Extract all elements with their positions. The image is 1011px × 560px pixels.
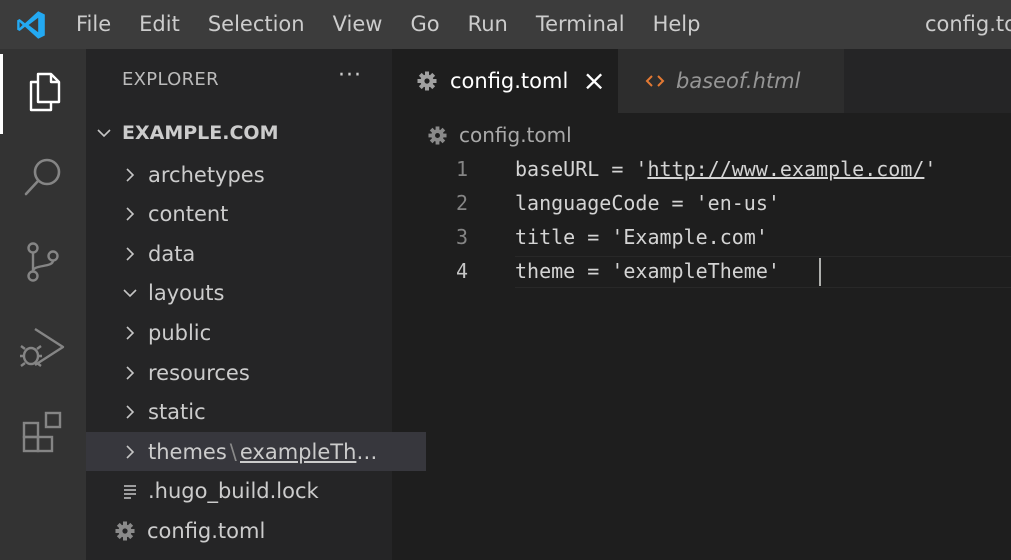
tree-item-label: resources — [148, 360, 250, 385]
code-text: baseURL = ' — [515, 157, 648, 181]
chevron-right-icon — [120, 404, 140, 420]
chevron-down-icon — [120, 285, 140, 301]
chevron-right-icon — [120, 365, 140, 381]
search-icon — [21, 155, 65, 203]
activity-source-control[interactable] — [0, 224, 86, 304]
vscode-logo-icon — [0, 0, 62, 49]
line-number: 4 — [455, 259, 468, 283]
tree-item-label: content — [148, 201, 229, 226]
chevron-right-icon — [120, 325, 140, 341]
menu-view[interactable]: View — [319, 0, 397, 49]
tree-item-label: archetypes — [148, 162, 265, 187]
chevron-down-icon — [94, 125, 114, 141]
menu-file[interactable]: File — [62, 0, 125, 49]
tree-item-label: layouts — [148, 280, 225, 305]
code-line[interactable]: languageCode = 'en-us' — [515, 191, 780, 215]
menu-help[interactable]: Help — [639, 0, 715, 49]
activity-bar — [0, 49, 86, 560]
menu-run[interactable]: Run — [454, 0, 522, 49]
menu-terminal[interactable]: Terminal — [522, 0, 639, 49]
menu-edit[interactable]: Edit — [125, 0, 194, 49]
line-number: 2 — [455, 191, 468, 215]
run-debug-icon — [19, 325, 67, 373]
tree-item-label: .hugo_build.lock — [148, 478, 319, 503]
tree-item-label: config.toml — [147, 518, 266, 543]
tab-baseof-html[interactable]: baseof.html — [618, 49, 844, 113]
tree-item-public[interactable]: public — [86, 313, 426, 352]
gear-icon — [114, 521, 136, 541]
tab-label: config.toml — [450, 69, 569, 93]
text-cursor — [819, 258, 821, 286]
code-line[interactable]: baseURL = 'http://www.example.com/' — [515, 157, 936, 181]
explorer-sidebar: EXPLORER ··· EXAMPLE.COM archetypes cont… — [86, 49, 426, 560]
chevron-right-icon — [120, 444, 140, 460]
chevron-right-icon — [120, 206, 140, 222]
tree-item-label: themes — [148, 439, 227, 464]
tree-item-resources[interactable]: resources — [86, 353, 426, 392]
root-folder-label: EXAMPLE.COM — [122, 121, 279, 144]
tree-item-themes[interactable]: themes \ exampleThe... — [86, 432, 426, 471]
path-separator: \ — [229, 439, 237, 464]
tree-item-content[interactable]: content — [86, 194, 426, 233]
code-brackets-icon — [645, 73, 665, 89]
code-link[interactable]: http://www.example.com/ — [647, 157, 924, 181]
folder-root[interactable]: EXAMPLE.COM — [86, 113, 400, 152]
tree-item-hugo-build-lock[interactable]: .hugo_build.lock — [86, 471, 426, 510]
source-control-icon — [21, 240, 65, 288]
code-line[interactable]: theme = 'exampleTheme' — [515, 259, 780, 283]
activity-explorer[interactable] — [0, 54, 86, 134]
tree-item-config-toml[interactable]: config.toml — [86, 511, 420, 550]
tab-close-button[interactable]: × — [582, 67, 605, 95]
tree-item-compact-child[interactable]: exampleThe... — [240, 440, 385, 464]
tree-item-static[interactable]: static — [86, 392, 426, 431]
line-number: 3 — [455, 225, 468, 249]
breadcrumb-file[interactable]: config.toml — [459, 123, 572, 147]
chevron-right-icon — [120, 167, 140, 183]
tree-item-label: static — [148, 399, 206, 424]
explorer-title: EXPLORER — [122, 69, 219, 90]
editor-tabs: config.toml × baseof.html — [392, 49, 1011, 113]
breadcrumb[interactable]: config.toml — [428, 120, 572, 150]
tab-label: baseof.html — [676, 69, 801, 93]
code-text: ' — [924, 157, 937, 181]
tree-item-layouts[interactable]: layouts — [86, 273, 426, 312]
title-bar: File Edit Selection View Go Run Terminal… — [0, 0, 1011, 49]
menu-go[interactable]: Go — [396, 0, 453, 49]
gear-icon — [417, 71, 437, 91]
menu-bar: File Edit Selection View Go Run Terminal… — [62, 0, 714, 49]
extensions-icon — [20, 409, 66, 459]
line-number: 1 — [455, 157, 468, 181]
tree-item-data[interactable]: data — [86, 234, 426, 273]
tree-item-label: public — [148, 320, 212, 345]
window-title: config.to — [924, 12, 1011, 36]
tab-config-toml[interactable]: config.toml × — [392, 49, 618, 113]
activity-run-debug[interactable] — [0, 309, 86, 389]
lines-file-icon — [120, 483, 140, 499]
gear-icon — [428, 125, 447, 145]
activity-extensions[interactable] — [0, 394, 86, 474]
more-actions-button[interactable]: ··· — [338, 63, 362, 88]
menu-selection[interactable]: Selection — [194, 0, 319, 49]
tree-item-archetypes[interactable]: archetypes — [86, 155, 426, 194]
code-line[interactable]: title = 'Example.com' — [515, 225, 768, 249]
activity-search[interactable] — [0, 139, 86, 219]
chevron-right-icon — [120, 246, 140, 262]
tree-item-label: data — [148, 241, 196, 266]
explorer-icon — [23, 70, 67, 118]
